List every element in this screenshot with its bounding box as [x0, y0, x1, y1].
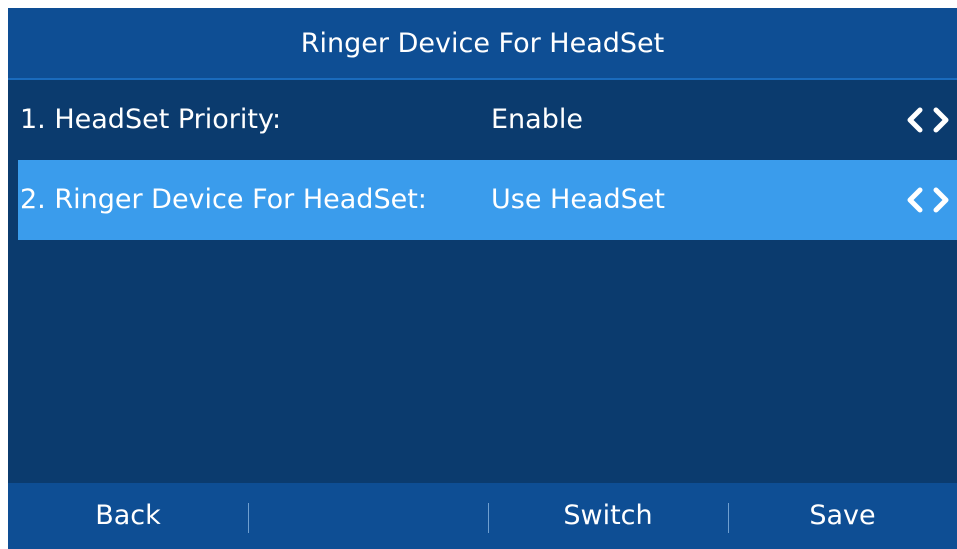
chevron-left-icon[interactable] — [905, 106, 925, 134]
page-title: Ringer Device For HeadSet — [8, 8, 957, 80]
chevron-right-icon[interactable] — [931, 106, 951, 134]
item-label: 1. HeadSet Priority: — [20, 104, 282, 135]
item-value: Enable — [491, 104, 583, 135]
back-softkey[interactable]: Back — [8, 483, 248, 549]
item-value: Use HeadSet — [491, 184, 665, 215]
item-label: 2. Ringer Device For HeadSet: — [20, 184, 427, 215]
value-switcher[interactable] — [905, 80, 951, 160]
softkey-bar: Back Switch Save — [8, 483, 957, 549]
chevron-left-icon[interactable] — [905, 186, 925, 214]
phone-screen: Ringer Device For HeadSet 1. HeadSet Pri… — [8, 8, 957, 549]
value-switcher[interactable] — [905, 160, 951, 240]
chevron-right-icon[interactable] — [931, 186, 951, 214]
empty-softkey[interactable] — [248, 483, 488, 549]
list-item-ringer-device[interactable]: 2. Ringer Device For HeadSet: Use HeadSe… — [18, 160, 957, 240]
save-softkey[interactable]: Save — [728, 483, 957, 549]
list-item-headset-priority[interactable]: 1. HeadSet Priority: Enable — [18, 80, 957, 160]
switch-softkey[interactable]: Switch — [488, 483, 728, 549]
